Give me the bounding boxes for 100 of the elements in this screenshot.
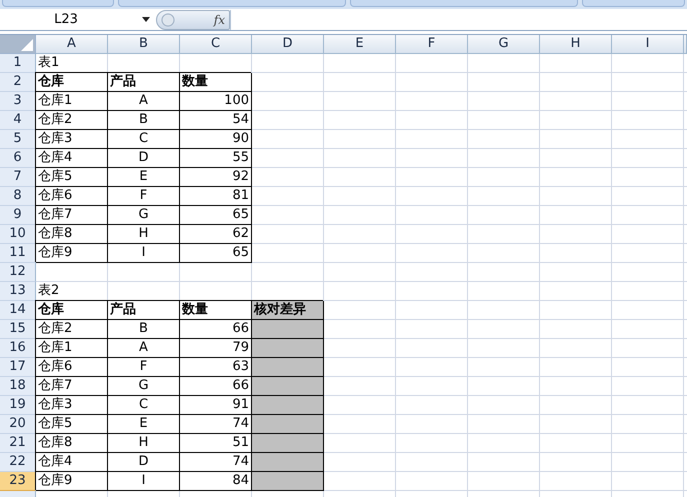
table-cell: 仓库1	[36, 92, 108, 111]
table-cell: 仓库3	[36, 130, 108, 149]
dropdown-caret-icon[interactable]	[142, 17, 150, 22]
table-cell-text: 表1	[37, 54, 60, 72]
row-header[interactable]: 7	[0, 168, 36, 187]
column-header[interactable]: F	[396, 35, 468, 54]
table-cell: G	[108, 206, 180, 225]
row-header[interactable]: 22	[0, 453, 36, 472]
row-header[interactable]: 23	[0, 472, 36, 491]
row-header[interactable]: 20	[0, 415, 36, 434]
table-cell: F	[108, 187, 180, 206]
table-cell: 仓库2	[36, 111, 108, 130]
row-header[interactable]: 1	[0, 54, 36, 73]
row-header[interactable]: 11	[0, 244, 36, 263]
table-cell	[252, 358, 324, 377]
column-header[interactable]: E	[324, 35, 396, 54]
table-cell: 仓库3	[36, 396, 108, 415]
table-cell: 产品	[108, 73, 180, 92]
table-cell: 仓库9	[36, 244, 108, 263]
table-cell: 仓库5	[36, 168, 108, 187]
table-cell: 仓库1	[36, 339, 108, 358]
table-cell: I	[108, 244, 180, 263]
table-cell: G	[108, 377, 180, 396]
table-cell: 数量	[180, 73, 252, 92]
table-cell: 仓库5	[36, 415, 108, 434]
column-header[interactable]: C	[180, 35, 252, 54]
table-cell: 仓库4	[36, 149, 108, 168]
table-cell	[252, 472, 324, 491]
table-cell: 仓库6	[36, 187, 108, 206]
table-cell: 仓库4	[36, 453, 108, 472]
column-header[interactable]: G	[468, 35, 540, 54]
table-cell: 仓库9	[36, 472, 108, 491]
table-cell	[252, 434, 324, 453]
row-header[interactable]: 9	[0, 206, 36, 225]
table-cell: 65	[180, 206, 252, 225]
table-cell: B	[108, 111, 180, 130]
table-cell: 62	[180, 225, 252, 244]
name-box[interactable]: L23	[0, 10, 156, 30]
table-cell	[252, 396, 324, 415]
table-cell: F	[108, 358, 180, 377]
table-cell: 仓库	[36, 73, 108, 92]
table-cell: A	[108, 339, 180, 358]
column-header[interactable]: I	[612, 35, 684, 54]
row-header[interactable]: 21	[0, 434, 36, 453]
table-cell: C	[108, 130, 180, 149]
table-cell: 100	[180, 92, 252, 111]
table-cell: 仓库6	[36, 358, 108, 377]
row-header[interactable]: 8	[0, 187, 36, 206]
row-header[interactable]: 4	[0, 111, 36, 130]
column-header[interactable]: B	[108, 35, 180, 54]
table-cell: 仓库7	[36, 377, 108, 396]
circle-handle-icon[interactable]	[161, 12, 175, 26]
row-header[interactable]: 12	[0, 263, 36, 282]
table-cell: 仓库8	[36, 434, 108, 453]
row-header[interactable]: 6	[0, 149, 36, 168]
row-header[interactable]: 13	[0, 282, 36, 301]
row-header[interactable]: 14	[0, 301, 36, 320]
column-header[interactable]: H	[540, 35, 612, 54]
table-cell: H	[108, 434, 180, 453]
table-cell	[252, 377, 324, 396]
table-cell	[252, 453, 324, 472]
row-header[interactable]: 10	[0, 225, 36, 244]
table-cell-text: 表2	[37, 282, 60, 300]
column-header[interactable]: D	[252, 35, 324, 54]
table-cell: H	[108, 225, 180, 244]
table-cell: A	[108, 92, 180, 111]
row-header[interactable]: 15	[0, 320, 36, 339]
table-cell	[252, 415, 324, 434]
row-header[interactable]: 17	[0, 358, 36, 377]
row-header[interactable]: 5	[0, 130, 36, 149]
insert-function-button[interactable]: fx	[214, 12, 225, 26]
table-cell: 核对差异	[252, 301, 324, 320]
table-cell: 65	[180, 244, 252, 263]
column-header[interactable]: A	[36, 35, 108, 54]
row-header[interactable]: 16	[0, 339, 36, 358]
table-cell: D	[108, 453, 180, 472]
table-cell: 90	[180, 130, 252, 149]
row-header[interactable]: 18	[0, 377, 36, 396]
table-cell: 55	[180, 149, 252, 168]
table-cell: B	[108, 320, 180, 339]
row-header[interactable]: 2	[0, 73, 36, 92]
table-cell: I	[108, 472, 180, 491]
corner-triangle-icon	[21, 39, 33, 51]
select-all-corner[interactable]	[0, 35, 36, 54]
table-cell: D	[108, 149, 180, 168]
table-cell: 仓库	[36, 301, 108, 320]
row-header[interactable]: 19	[0, 396, 36, 415]
table-cell: 92	[180, 168, 252, 187]
table-cell: 81	[180, 187, 252, 206]
table-cell: E	[108, 168, 180, 187]
table-cell: 仓库2	[36, 320, 108, 339]
table-cell: 产品	[108, 301, 180, 320]
table-cell: C	[108, 396, 180, 415]
table-cell	[252, 339, 324, 358]
row-header[interactable]: 3	[0, 92, 36, 111]
table-cell: E	[108, 415, 180, 434]
table-cell: 仓库8	[36, 225, 108, 244]
column-header[interactable]	[684, 35, 687, 54]
table-cell: 仓库7	[36, 206, 108, 225]
table-cell	[252, 320, 324, 339]
